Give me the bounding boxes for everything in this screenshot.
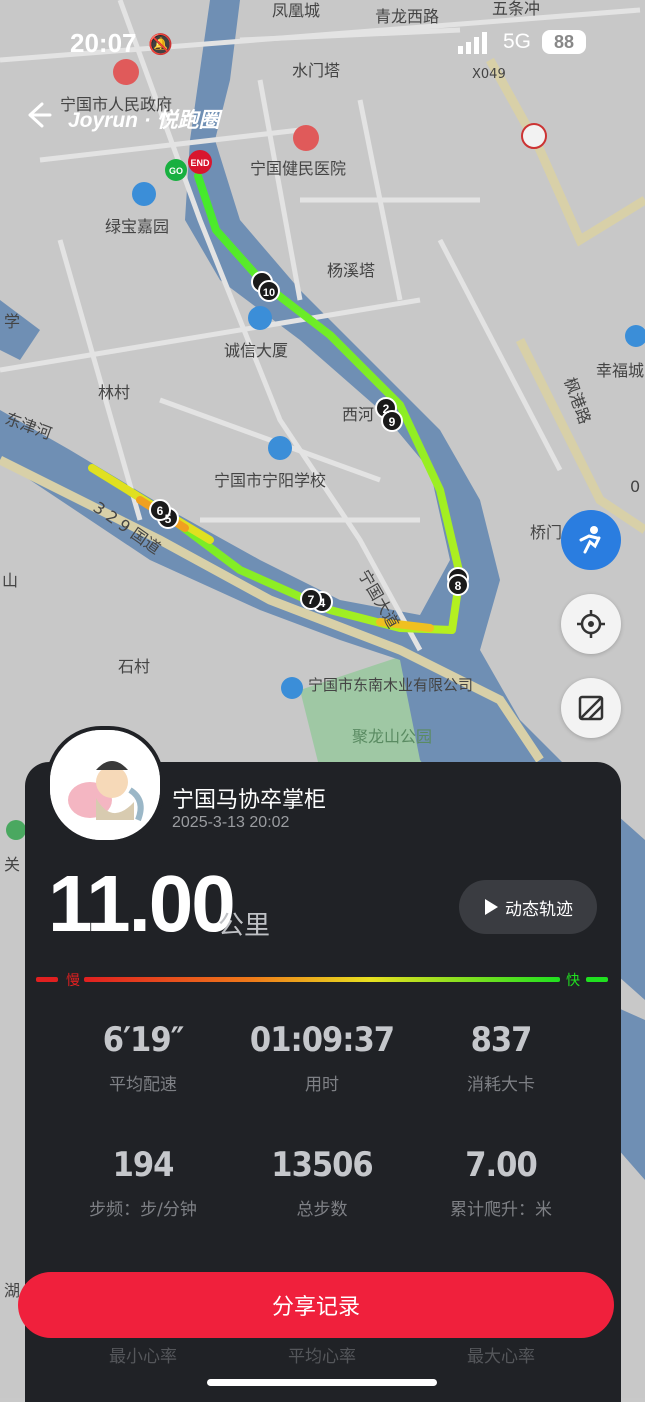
- pace-legend: 慢 快: [36, 972, 608, 989]
- slow-label: 慢: [66, 972, 80, 989]
- runner-icon: [579, 526, 601, 554]
- play-icon: [485, 899, 498, 915]
- locate-button[interactable]: [561, 594, 621, 654]
- stat-cadence: 194 步频：步/分钟: [89, 1145, 197, 1220]
- hospital-pin-icon: [293, 125, 319, 151]
- distance-unit: 公里: [218, 911, 271, 941]
- min-heart-rate-label: 最小心率: [109, 1347, 177, 1367]
- svg-text:7: 7: [308, 593, 315, 607]
- map-label: 凤凰城: [272, 1, 320, 20]
- stat-duration: 01:09:37 用时: [249, 1020, 395, 1095]
- replay-track-label: 动态轨迹: [505, 899, 573, 920]
- signal-icon: [458, 32, 487, 54]
- map-label: 五条冲: [492, 0, 540, 18]
- pace-gradient-bar: [84, 977, 560, 982]
- map-label: 宁国健民医院: [250, 159, 346, 178]
- status-time: 20:07: [70, 28, 137, 58]
- svg-text:8: 8: [455, 579, 462, 593]
- svg-text:6: 6: [157, 504, 164, 518]
- map-label: 西河: [342, 405, 374, 424]
- map-label: 桥门: [530, 523, 562, 542]
- map-label: 绿宝嘉园: [105, 217, 169, 236]
- map-label: 幸福城: [596, 361, 644, 380]
- user-name: 宁国马协卒掌柜: [172, 788, 327, 813]
- network-type: 5G: [503, 30, 532, 53]
- station-pin-icon: [521, 123, 547, 149]
- map-label: 诚信大厦: [224, 341, 288, 360]
- map-label: 宁国市东南木业有限公司: [308, 676, 473, 694]
- arrow-left-icon: [28, 102, 52, 128]
- svg-text:END: END: [190, 158, 210, 168]
- government-pin-icon: [113, 59, 139, 85]
- map-style-button[interactable]: [561, 678, 621, 738]
- run-mode-button[interactable]: [561, 510, 621, 570]
- stat-calories: 837 消耗大卡: [467, 1020, 535, 1095]
- replay-track-button[interactable]: 动态轨迹: [459, 880, 597, 934]
- map-label: 关: [4, 855, 20, 874]
- crosshair-icon: [577, 610, 605, 638]
- map-layer-icon: [578, 695, 604, 721]
- avatar[interactable]: [46, 726, 164, 844]
- distance-value: 11.00: [48, 859, 236, 948]
- home-indicator[interactable]: [207, 1379, 437, 1386]
- map-label: 湖: [4, 1281, 20, 1300]
- company-pin-icon: [281, 677, 303, 699]
- run-datetime: 2025-3-13 20:02: [172, 814, 290, 831]
- stat-total-steps: 13506 总步数: [271, 1145, 373, 1220]
- svg-text:9: 9: [389, 415, 396, 429]
- map-label: 青龙西路: [375, 7, 439, 26]
- share-record-button[interactable]: 分享记录: [18, 1272, 614, 1338]
- svg-text:4: 4: [319, 596, 326, 610]
- max-heart-rate-label: 最大心率: [467, 1347, 535, 1367]
- svg-text:5: 5: [165, 512, 172, 526]
- school-pin-icon: [268, 436, 292, 460]
- fast-label: 快: [566, 973, 580, 989]
- status-bar: 20:07 🔕 5G 88: [0, 26, 645, 62]
- user-avatar-image: [50, 730, 160, 840]
- map-label: 杨溪塔: [327, 261, 375, 280]
- map-label: 林村: [98, 383, 130, 402]
- map-label: 石村: [118, 657, 150, 676]
- map-label: 山: [2, 571, 18, 590]
- park-pin-icon: [6, 820, 26, 840]
- stat-elevation-gain: 7.00 累计爬升：米: [450, 1145, 552, 1220]
- building-pin-icon: [248, 306, 272, 330]
- battery-indicator: 88: [542, 30, 586, 54]
- map-label: 聚龙山公园: [352, 727, 432, 746]
- brand-logo: Joyrun · 悦跑圈: [68, 109, 220, 132]
- map-label: 水门塔: [292, 61, 340, 80]
- map-label: 0: [630, 477, 640, 496]
- bell-muted-icon: 🔕: [148, 32, 173, 56]
- map-label: X049: [472, 67, 506, 82]
- map-label: 学: [4, 312, 20, 331]
- stat-avg-pace: 6′19″ 平均配速: [102, 1020, 185, 1095]
- svg-text:2: 2: [383, 402, 390, 416]
- back-button[interactable]: [22, 100, 62, 140]
- svg-text:GO: GO: [169, 166, 183, 176]
- end-marker: END: [188, 150, 212, 174]
- start-marker: GO: [165, 159, 187, 181]
- map-label: 宁国市宁阳学校: [214, 471, 326, 490]
- avg-heart-rate-label: 平均心率: [288, 1347, 356, 1367]
- residential-pin-icon: [132, 182, 156, 206]
- svg-text:10: 10: [263, 287, 275, 299]
